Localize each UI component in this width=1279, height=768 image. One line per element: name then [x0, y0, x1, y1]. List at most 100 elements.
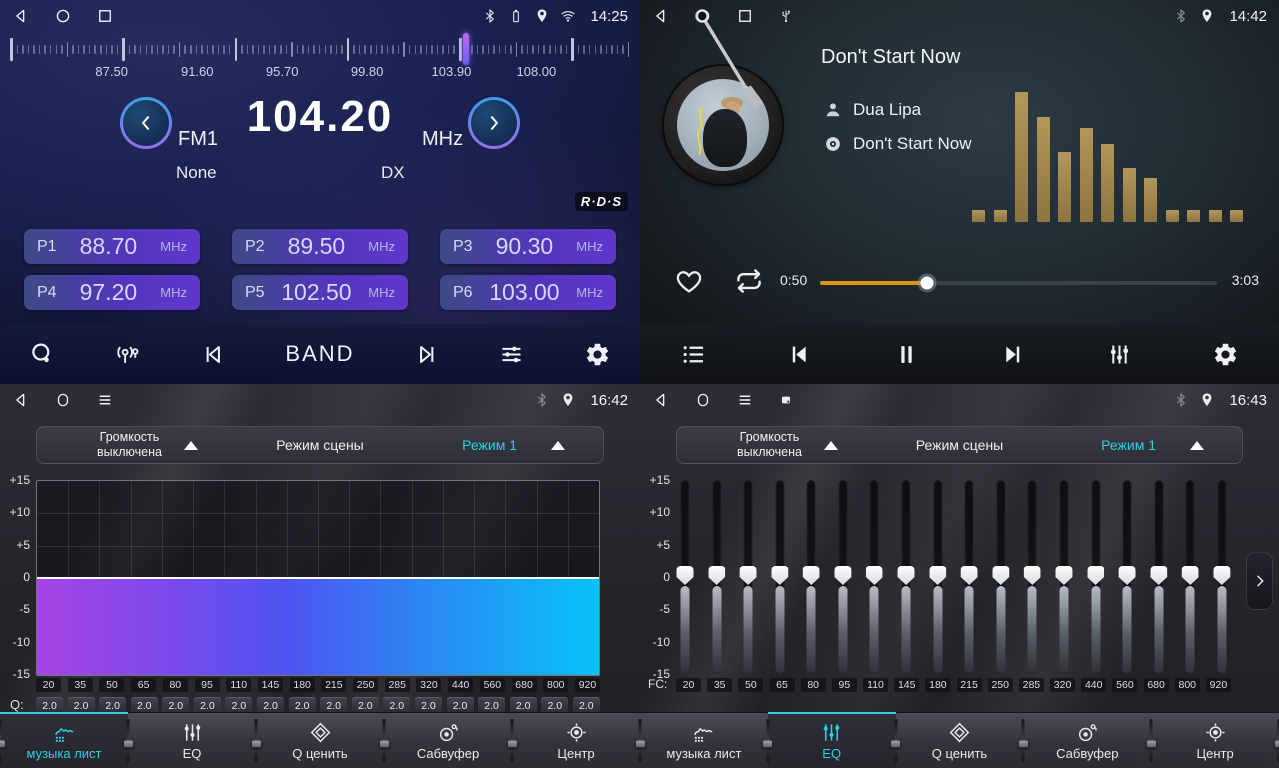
progress-bar[interactable]: [820, 281, 1217, 285]
eq-response-graph[interactable]: [36, 480, 600, 676]
scan-button[interactable]: [29, 341, 56, 368]
q-value[interactable]: 2.0: [573, 697, 600, 714]
tab-center[interactable]: Центр: [512, 713, 640, 768]
q-value[interactable]: 2.0: [320, 697, 347, 714]
home-icon[interactable]: [694, 7, 712, 25]
preset-P1[interactable]: P188.70MHz: [24, 229, 200, 264]
eq-band-slider[interactable]: [865, 478, 883, 676]
tab-subwoofer[interactable]: Сабвуфер: [1023, 713, 1151, 768]
back-icon[interactable]: [652, 7, 670, 25]
tab-music-list[interactable]: музыка лист: [640, 713, 768, 768]
slider-knob[interactable]: [1024, 566, 1041, 585]
eq-settings-button[interactable]: [498, 341, 525, 368]
slider-knob[interactable]: [1055, 566, 1072, 585]
slider-knob[interactable]: [740, 566, 757, 585]
slider-knob[interactable]: [677, 566, 694, 585]
repeat-button[interactable]: [734, 266, 764, 296]
next-page-button[interactable]: [1246, 552, 1273, 610]
eq-band-slider[interactable]: [771, 478, 789, 676]
preset-P5[interactable]: P5102.50MHz: [232, 275, 408, 310]
slider-knob[interactable]: [929, 566, 946, 585]
slider-knob[interactable]: [1150, 566, 1167, 585]
eq-band-slider[interactable]: [897, 478, 915, 676]
slider-knob[interactable]: [866, 566, 883, 585]
eq-band-slider[interactable]: [1087, 478, 1105, 676]
home-icon[interactable]: [694, 391, 712, 409]
band-button[interactable]: BAND: [285, 341, 354, 367]
seek-down-button[interactable]: [200, 341, 227, 368]
eq-band-slider[interactable]: [1055, 478, 1073, 676]
tab-subwoofer[interactable]: Сабвуфер: [384, 713, 512, 768]
preset-P2[interactable]: P289.50MHz: [232, 229, 408, 264]
q-value[interactable]: 2.0: [415, 697, 442, 714]
tab-eq[interactable]: EQ: [128, 713, 256, 768]
tuner-pointer[interactable]: [463, 33, 469, 65]
back-icon[interactable]: [12, 7, 30, 25]
preset-P4[interactable]: P497.20MHz: [24, 275, 200, 310]
q-value[interactable]: 2.0: [541, 697, 568, 714]
preset-P6[interactable]: P6103.00MHz: [440, 275, 616, 310]
equalizer-button[interactable]: [1106, 341, 1133, 368]
q-value[interactable]: 2.0: [99, 697, 126, 714]
slider-knob[interactable]: [1182, 566, 1199, 585]
q-value[interactable]: 2.0: [352, 697, 379, 714]
settings-button[interactable]: [1212, 341, 1239, 368]
eq-band-slider[interactable]: [1213, 478, 1231, 676]
eq-band-slider[interactable]: [992, 478, 1010, 676]
home-icon[interactable]: [54, 391, 72, 409]
q-value[interactable]: 2.0: [257, 697, 284, 714]
scene-mode-dropdown[interactable]: Режим 1: [1101, 437, 1204, 453]
scene-mode-dropdown[interactable]: Режим 1: [462, 437, 565, 453]
next-track-button[interactable]: [999, 341, 1026, 368]
slider-knob[interactable]: [1119, 566, 1136, 585]
back-icon[interactable]: [12, 391, 30, 409]
back-icon[interactable]: [652, 391, 670, 409]
pause-button[interactable]: [893, 341, 920, 368]
eq-band-slider[interactable]: [960, 478, 978, 676]
q-value[interactable]: 2.0: [383, 697, 410, 714]
slider-knob[interactable]: [1213, 566, 1230, 585]
playlist-button[interactable]: [680, 341, 707, 368]
menu-icon[interactable]: [96, 391, 114, 409]
settings-button[interactable]: [584, 341, 611, 368]
q-value[interactable]: 2.0: [36, 697, 63, 714]
slider-knob[interactable]: [992, 566, 1009, 585]
tab-q-tune[interactable]: Q ценить: [256, 713, 384, 768]
eq-band-slider[interactable]: [739, 478, 757, 676]
slider-knob[interactable]: [961, 566, 978, 585]
tuner-scale[interactable]: [10, 36, 630, 62]
slider-knob[interactable]: [834, 566, 851, 585]
eq-band-slider[interactable]: [1118, 478, 1136, 676]
q-value[interactable]: 2.0: [478, 697, 505, 714]
preset-P3[interactable]: P390.30MHz: [440, 229, 616, 264]
q-value[interactable]: 2.0: [225, 697, 252, 714]
screenshot-icon[interactable]: [778, 392, 794, 408]
eq-band-slider[interactable]: [834, 478, 852, 676]
progress-thumb[interactable]: [921, 277, 934, 290]
favorite-button[interactable]: [674, 266, 704, 296]
recents-icon[interactable]: [736, 7, 754, 25]
broadcast-button[interactable]: [115, 341, 142, 368]
eq-band-slider[interactable]: [676, 478, 694, 676]
slider-knob[interactable]: [803, 566, 820, 585]
slider-knob[interactable]: [771, 566, 788, 585]
slider-knob[interactable]: [1087, 566, 1104, 585]
eq-band-slider[interactable]: [1181, 478, 1199, 676]
eq-band-slider[interactable]: [1023, 478, 1041, 676]
seek-up-button[interactable]: [413, 341, 440, 368]
tab-center[interactable]: Центр: [1151, 713, 1279, 768]
recents-icon[interactable]: [96, 7, 114, 25]
slider-knob[interactable]: [708, 566, 725, 585]
tab-music-list[interactable]: музыка лист: [0, 713, 128, 768]
previous-track-button[interactable]: [786, 341, 813, 368]
q-value[interactable]: 2.0: [510, 697, 537, 714]
q-value[interactable]: 2.0: [162, 697, 189, 714]
menu-icon[interactable]: [736, 391, 754, 409]
slider-knob[interactable]: [898, 566, 915, 585]
q-value[interactable]: 2.0: [194, 697, 221, 714]
eq-band-slider[interactable]: [708, 478, 726, 676]
q-value[interactable]: 2.0: [289, 697, 316, 714]
q-value[interactable]: 2.0: [131, 697, 158, 714]
home-icon[interactable]: [54, 7, 72, 25]
tab-q-tune[interactable]: Q ценить: [896, 713, 1024, 768]
